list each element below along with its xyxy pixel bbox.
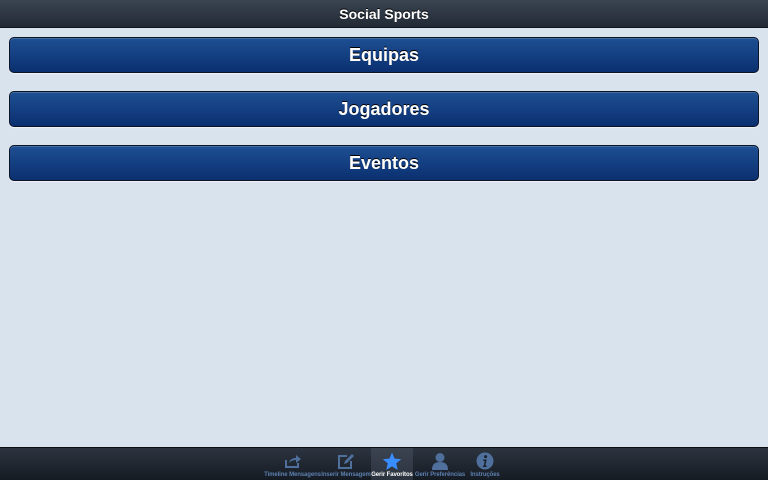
share-icon [283, 451, 303, 471]
page-title: Social Sports [339, 5, 429, 22]
tab-label: Inserir Mensagem [321, 472, 371, 478]
user-icon [430, 451, 450, 471]
tab-timeline-mensagens[interactable]: Timeline Mensagens [264, 448, 321, 480]
players-button[interactable]: Jogadores [9, 91, 759, 127]
tab-label: Gerir Preferências [414, 472, 466, 478]
players-button-label: Jogadores [338, 98, 430, 119]
tab-label: Gerir Favoritos [371, 472, 413, 478]
teams-button-label: Equipas [348, 44, 419, 65]
info-icon [475, 451, 495, 471]
main-menu: Equipas Jogadores Eventos [9, 37, 759, 199]
events-button[interactable]: Eventos [9, 145, 759, 181]
tab-gerir-preferencias[interactable]: Gerir Preferências [413, 448, 467, 480]
app-header: Social Sports [0, 0, 768, 28]
tab-label: Instruções [470, 472, 500, 478]
compose-icon [336, 451, 356, 471]
tab-label: Timeline Mensagens [264, 472, 321, 478]
tab-inserir-mensagem[interactable]: Inserir Mensagem [321, 448, 371, 480]
tab-gerir-favoritos[interactable]: Gerir Favoritos [371, 448, 413, 480]
teams-button[interactable]: Equipas [9, 37, 759, 73]
bottom-tab-bar: Timeline Mensagens Inserir Mensagem Geri… [0, 447, 768, 480]
star-icon [382, 451, 402, 471]
events-button-label: Eventos [348, 152, 420, 173]
tab-instrucoes[interactable]: Instruções [467, 448, 503, 480]
